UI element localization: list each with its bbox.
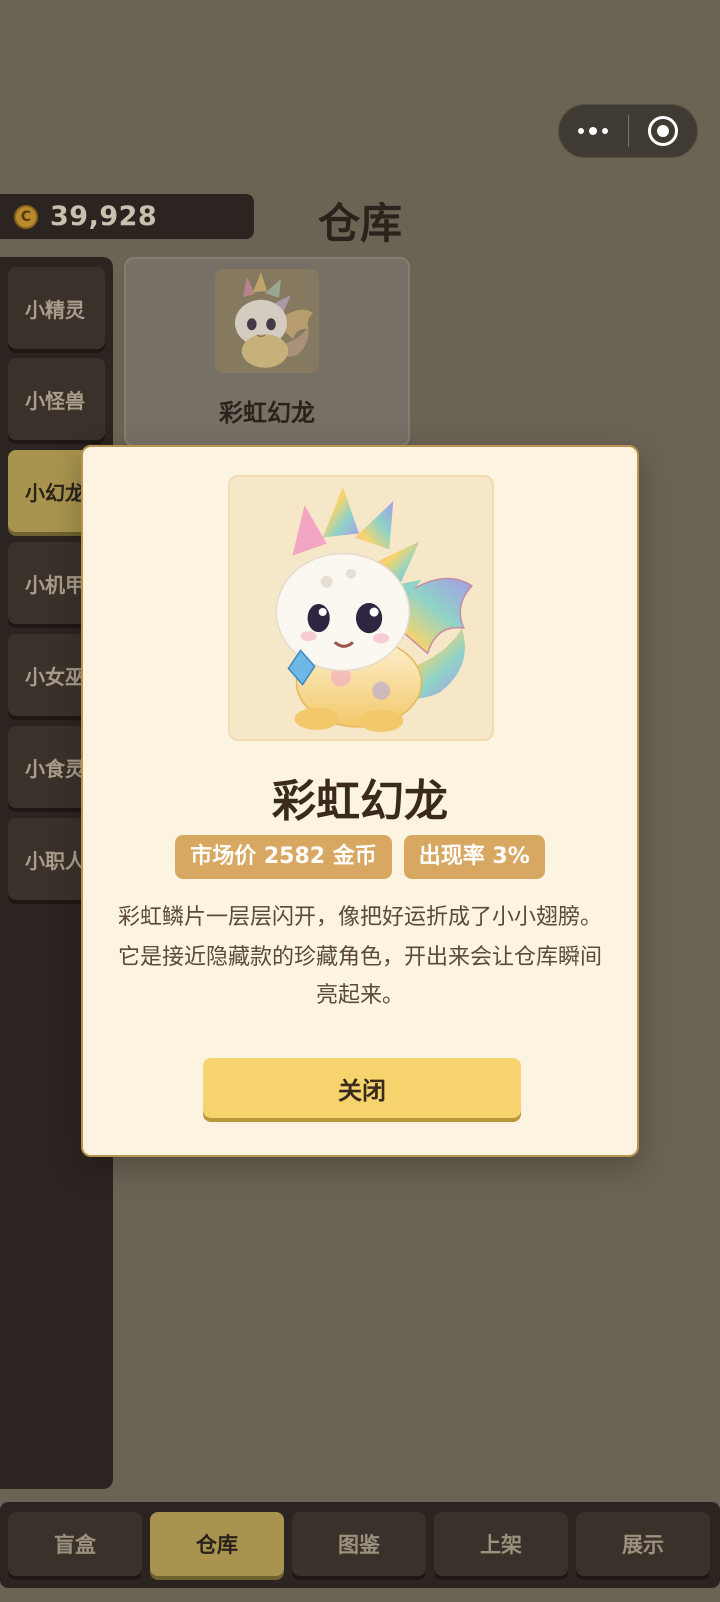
badge-row: 市场价 2582 金币 出现率 3% bbox=[83, 835, 637, 879]
nav-showcase[interactable]: 展示 bbox=[576, 1512, 710, 1576]
character-description: 彩虹鳞片一层层闪开，像把好运折成了小小翅膀。 它是接近隐藏款的珍藏角色，开出来会… bbox=[113, 899, 607, 1017]
nav-warehouse[interactable]: 仓库 bbox=[150, 1512, 284, 1576]
sidebar-item-monster[interactable]: 小怪兽 bbox=[8, 358, 105, 440]
target-icon bbox=[647, 116, 678, 146]
character-detail-modal: 彩虹幻龙 市场价 2582 金币 出现率 3% 彩虹鳞片一层层闪开，像把好运折成… bbox=[81, 445, 639, 1157]
page-title: 仓库 bbox=[317, 199, 402, 248]
rainbow-dragon-image bbox=[228, 475, 494, 741]
nav-collection[interactable]: 图鉴 bbox=[292, 1512, 426, 1576]
sidebar-item-spirit[interactable]: 小精灵 bbox=[8, 267, 105, 349]
warehouse-page: C 39,928 仓库 小精灵 小怪兽 小幻龙 小机甲 小女巫 小食灵 小职人 bbox=[0, 0, 720, 1602]
card-name: 彩虹幻龙 bbox=[219, 399, 315, 427]
more-button[interactable] bbox=[559, 105, 628, 157]
rate-badge: 出现率 3% bbox=[403, 835, 545, 879]
bottom-nav: 盲盒 仓库 图鉴 上架 展示 bbox=[0, 1502, 720, 1588]
modal-character-name: 彩虹幻龙 bbox=[272, 776, 448, 827]
exit-button[interactable] bbox=[629, 105, 698, 157]
price-badge: 市场价 2582 金币 bbox=[175, 835, 392, 879]
nav-listing[interactable]: 上架 bbox=[434, 1512, 568, 1576]
description-line: 彩虹鳞片一层层闪开，像把好运折成了小小翅膀。 bbox=[117, 905, 602, 930]
more-dots-icon bbox=[578, 127, 609, 135]
mini-program-capsule bbox=[558, 104, 698, 158]
description-line: 它是接近隐藏款的珍藏角色，开出来会让仓库瞬间亮起来。 bbox=[117, 945, 602, 1008]
nav-blind-box[interactable]: 盲盒 bbox=[8, 1512, 142, 1576]
close-button[interactable]: 关闭 bbox=[203, 1058, 521, 1118]
rainbow-dragon-image bbox=[215, 269, 319, 373]
character-card[interactable]: 彩虹幻龙 bbox=[124, 257, 410, 447]
